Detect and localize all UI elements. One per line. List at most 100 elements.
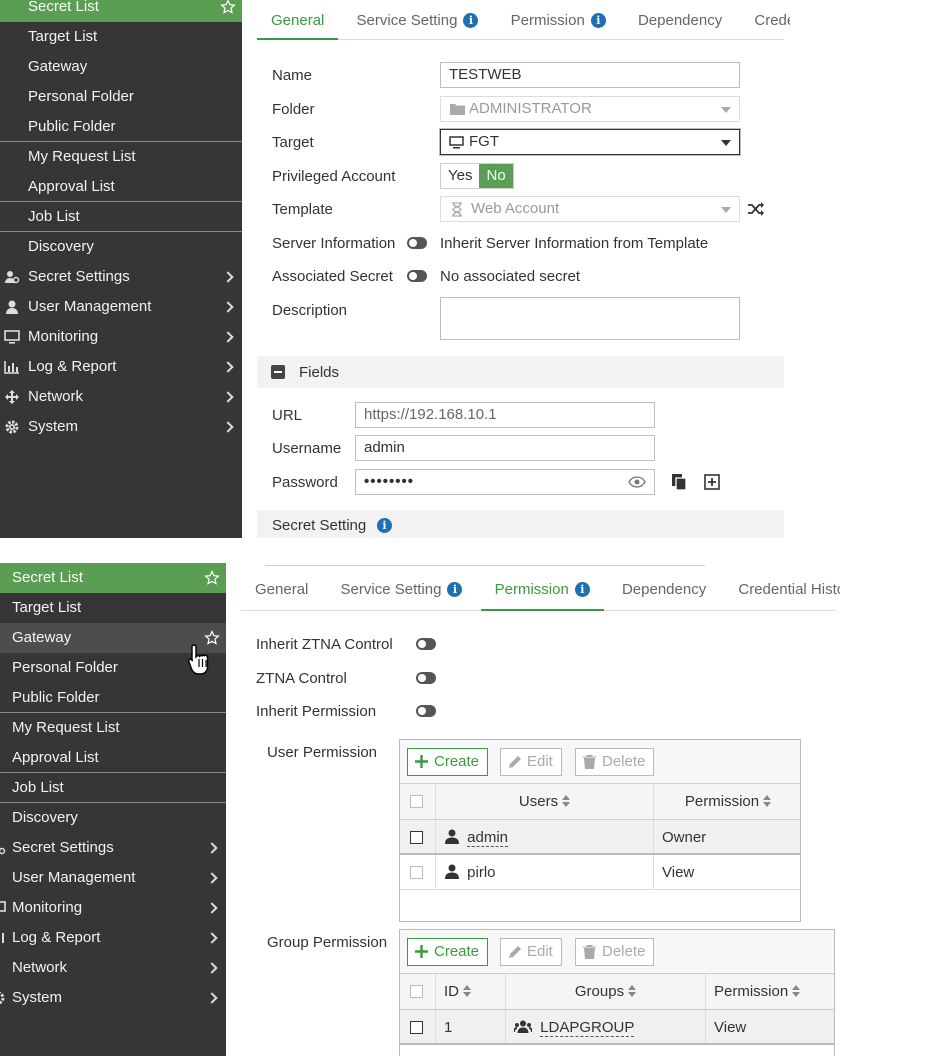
sidebar-item-monitoring[interactable]: Monitoring <box>0 893 226 923</box>
table-row[interactable]: 1 LDAPGROUP View <box>400 1010 834 1045</box>
user-create-button[interactable]: Create <box>407 748 489 776</box>
permission-value: View <box>714 1019 747 1036</box>
user-name[interactable]: pirlo <box>467 864 495 881</box>
sidebar-item-system[interactable]: System <box>0 983 226 1013</box>
tab-service-setting[interactable]: Service Setting i <box>343 0 493 40</box>
select-all-checkbox[interactable] <box>410 985 423 998</box>
sidebar-item-approval-list[interactable]: Approval List <box>0 743 226 773</box>
sidebar-item-network[interactable]: Network <box>0 382 242 412</box>
users-column-header[interactable]: Users <box>436 784 654 819</box>
secret-setting-section-header[interactable]: Secret Setting i <box>257 510 784 538</box>
tab-general[interactable]: General <box>257 0 339 40</box>
user-cog-icon <box>0 847 6 855</box>
folder-select[interactable]: ADMINISTRATOR <box>440 96 740 122</box>
select-all-checkbox[interactable] <box>410 795 423 808</box>
sidebar-item-secret-list[interactable]: Secret List <box>0 0 242 22</box>
tab-permission[interactable]: Permission i <box>480 574 604 611</box>
associated-secret-switch[interactable] <box>407 270 427 282</box>
sidebar-item-network[interactable]: Network <box>0 953 226 983</box>
sidebar-item-monitoring[interactable]: Monitoring <box>0 322 242 352</box>
tab-general[interactable]: General <box>241 574 322 611</box>
collapse-icon[interactable] <box>271 365 285 379</box>
user-icon <box>445 864 459 879</box>
sidebar-item-target-list[interactable]: Target List <box>0 22 242 52</box>
permission-value: Owner <box>662 829 707 846</box>
sidebar-item-gateway[interactable]: Gateway <box>0 52 242 82</box>
sidebar-item-public-folder[interactable]: Public Folder <box>0 112 242 142</box>
sidebar-item-my-request-list[interactable]: My Request List <box>0 142 242 172</box>
sidebar-item-job-list[interactable]: Job List <box>0 773 226 803</box>
sidebar-item-log-report[interactable]: Log & Report <box>0 352 242 382</box>
privileged-yes-option[interactable]: Yes <box>441 164 479 188</box>
sort-icon <box>463 985 471 997</box>
sidebar-item-user-management[interactable]: User Management <box>0 863 226 893</box>
copy-icon[interactable] <box>670 473 688 491</box>
group-edit-button[interactable]: Edit <box>500 938 562 966</box>
tab-service-setting[interactable]: Service Setting i <box>327 574 477 611</box>
ztna-control-switch[interactable] <box>416 672 436 684</box>
sidebar-item-target-list[interactable]: Target List <box>0 593 226 623</box>
sidebar-item-log-report[interactable]: Log & Report <box>0 923 226 953</box>
group-delete-button[interactable]: Delete <box>575 938 655 966</box>
sidebar-item-secret-settings[interactable]: Secret Settings <box>0 262 242 292</box>
inherit-permission-label: Inherit Permission <box>256 703 377 720</box>
group-name[interactable]: LDAPGROUP <box>540 1019 635 1037</box>
monitor-icon <box>0 901 6 912</box>
plus-square-icon[interactable] <box>703 473 721 491</box>
sidebar-item-secret-settings[interactable]: Secret Settings <box>0 833 226 863</box>
user-edit-button[interactable]: Edit <box>500 748 562 776</box>
template-select[interactable]: Web Account <box>440 196 740 222</box>
star-icon[interactable] <box>220 0 236 15</box>
tab-permission[interactable]: Permission i <box>497 0 620 40</box>
ztna-control-label: ZTNA Control <box>256 670 347 687</box>
tab-credential-history[interactable]: Credential Histo <box>724 574 840 611</box>
permission-column-header[interactable]: Permission <box>654 784 802 819</box>
star-icon[interactable] <box>204 570 220 586</box>
target-label: Target <box>272 134 314 151</box>
row-checkbox[interactable] <box>410 831 423 844</box>
user-delete-button[interactable]: Delete <box>575 748 655 776</box>
sidebar-item-personal-folder[interactable]: Personal Folder <box>0 82 242 112</box>
shuffle-icon[interactable] <box>747 200 765 218</box>
user-name[interactable]: admin <box>467 829 509 847</box>
eye-icon[interactable] <box>628 476 646 488</box>
row-checkbox[interactable] <box>410 866 423 879</box>
sidebar-item-secret-list[interactable]: Secret List <box>0 563 226 593</box>
name-input[interactable]: TESTWEB <box>440 62 740 88</box>
bar-chart-icon <box>4 361 19 374</box>
sidebar-item-approval-list[interactable]: Approval List <box>0 172 242 202</box>
url-input[interactable]: https://192.168.10.1 <box>355 402 655 428</box>
sidebar-item-discovery[interactable]: Discovery <box>0 232 242 262</box>
sidebar-item-user-management[interactable]: User Management <box>0 292 242 322</box>
table-row[interactable]: pirlo View <box>400 855 800 890</box>
username-input[interactable]: admin <box>355 435 655 461</box>
target-select[interactable]: FGT <box>440 129 740 155</box>
sidebar-item-my-request-list[interactable]: My Request List <box>0 713 226 743</box>
privileged-no-option[interactable]: No <box>479 164 513 188</box>
server-information-switch[interactable] <box>407 237 427 249</box>
associated-secret-label: Associated Secret <box>272 268 393 285</box>
row-checkbox[interactable] <box>410 1021 423 1034</box>
pencil-icon <box>509 756 521 768</box>
groups-column-header[interactable]: Groups <box>506 974 706 1009</box>
tab-dependency[interactable]: Dependency <box>624 0 736 40</box>
group-create-button[interactable]: Create <box>407 938 489 966</box>
password-input[interactable]: •••••••• <box>355 469 655 495</box>
info-icon: i <box>447 582 463 597</box>
chevron-down-icon <box>721 140 731 146</box>
inherit-ztna-switch[interactable] <box>416 638 436 650</box>
tab-credential-history[interactable]: Crede <box>740 0 790 40</box>
sidebar-item-system[interactable]: System <box>0 412 242 442</box>
table-row[interactable]: admin Owner <box>400 820 800 855</box>
fields-section-header[interactable]: Fields <box>257 356 784 388</box>
server-information-label: Server Information <box>272 235 396 252</box>
permission-column-header[interactable]: Permission <box>706 974 836 1009</box>
id-column-header[interactable]: ID <box>436 974 506 1009</box>
tab-dependency[interactable]: Dependency <box>608 574 720 611</box>
description-textarea[interactable] <box>440 297 740 340</box>
user-permission-table: Create Edit Delete Users Permission admi… <box>399 739 801 922</box>
sidebar-item-public-folder[interactable]: Public Folder <box>0 683 226 713</box>
sidebar-item-job-list[interactable]: Job List <box>0 202 242 232</box>
inherit-permission-switch[interactable] <box>416 705 436 717</box>
sidebar-item-discovery[interactable]: Discovery <box>0 803 226 833</box>
